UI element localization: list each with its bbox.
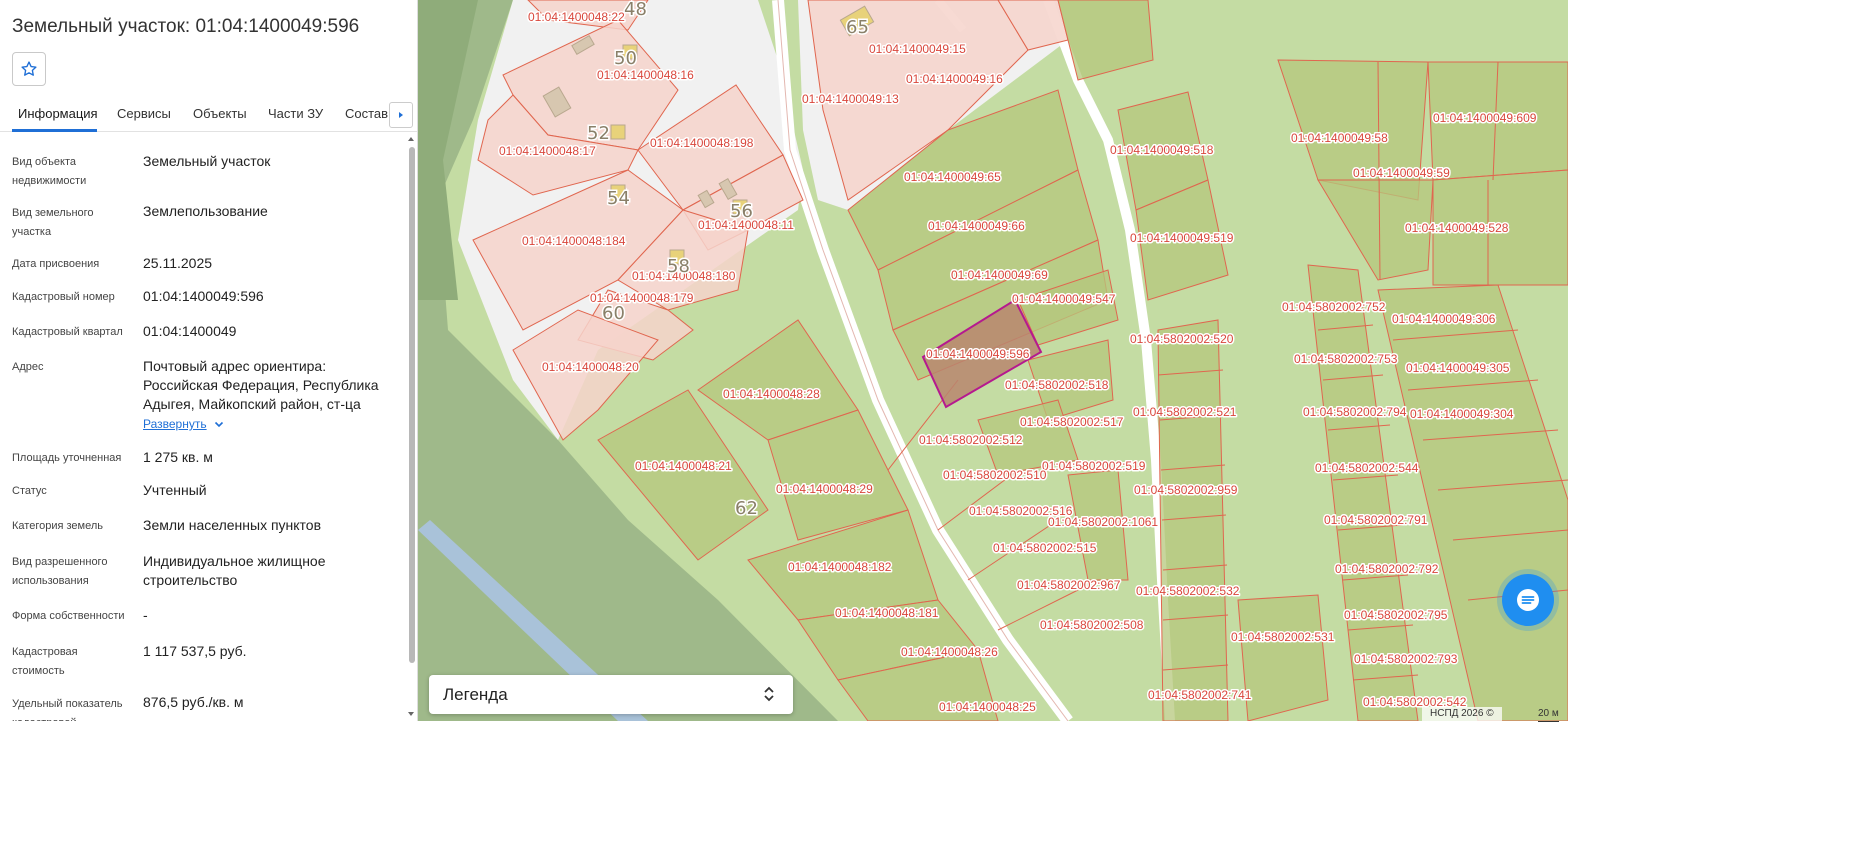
chat-icon bbox=[1517, 589, 1539, 611]
field-value-cadastral-quarter: 01:04:1400049 bbox=[143, 323, 237, 339]
field-value-object-type: Земельный участок bbox=[143, 153, 271, 169]
tab-parts[interactable]: Части ЗУ bbox=[268, 106, 323, 121]
field-label-object-type: Вид объекта недвижимости bbox=[12, 156, 87, 187]
field-label-address: Адрес bbox=[12, 361, 44, 373]
field-label-cadastral-number: Кадастровый номер bbox=[12, 291, 115, 303]
field-label-unit-value: Удельный показатель кадастровой bbox=[12, 698, 123, 721]
map-scale-bar: 20 м bbox=[1538, 707, 1559, 722]
tab-info[interactable]: Информация bbox=[18, 106, 98, 121]
scroll-up-arrow-icon[interactable] bbox=[406, 134, 416, 144]
field-value-unit-value: 876,5 руб./кв. м bbox=[143, 694, 244, 710]
field-value-permitted-use: Индивидуальное жилищное строительство bbox=[143, 553, 326, 588]
field-value-cadastral-number: 01:04:1400049:596 bbox=[143, 288, 264, 304]
field-label-land-category: Категория земель bbox=[12, 520, 103, 532]
legend-title: Легенда bbox=[443, 685, 508, 704]
parcel-5802002-column[interactable] bbox=[1157, 319, 1229, 721]
field-value-assign-date: 25.11.2025 bbox=[143, 255, 213, 271]
scrollbar-thumb[interactable] bbox=[409, 147, 415, 663]
star-outline-icon bbox=[21, 61, 37, 76]
field-value-address: Почтовый адрес ориентира: Российская Фед… bbox=[143, 358, 379, 412]
field-label-assign-date: Дата присвоения bbox=[12, 258, 100, 270]
map-copyright: НСПД 2026 © bbox=[1422, 707, 1502, 721]
field-label-area: Площадь уточненная bbox=[12, 452, 122, 464]
scroll-down-arrow-icon[interactable] bbox=[406, 709, 416, 719]
favorite-button[interactable] bbox=[12, 52, 46, 86]
chevron-up-down-icon bbox=[764, 686, 774, 702]
field-value-land-category: Земли населенных пунктов bbox=[143, 517, 322, 533]
cadastral-map[interactable] bbox=[418, 0, 1568, 721]
parcel-1400049-528[interactable] bbox=[1432, 169, 1568, 286]
tab-services[interactable]: Сервисы bbox=[117, 106, 171, 121]
active-tab-indicator bbox=[12, 129, 97, 132]
tabs-scroll-right-button[interactable] bbox=[389, 102, 413, 128]
map-canvas[interactable] bbox=[418, 0, 1568, 721]
field-label-cadastral-quarter: Кадастровый квартал bbox=[12, 326, 123, 338]
parcel-1400049-609[interactable] bbox=[1427, 61, 1568, 181]
page-title: Земельный участок: 01:04:1400049:596 bbox=[12, 16, 360, 37]
expand-address-link[interactable]: Развернуть bbox=[143, 417, 207, 431]
tab-composition[interactable]: Состав bbox=[345, 106, 388, 121]
legend-dropdown[interactable]: Легенда bbox=[429, 675, 793, 714]
field-label-cadastral-value: Кадастровая стоимость bbox=[12, 646, 78, 677]
field-value-area: 1 275 кв. м bbox=[143, 449, 213, 465]
field-label-parcel-type: Вид земельного участка bbox=[12, 207, 94, 238]
tab-objects[interactable]: Объекты bbox=[193, 106, 247, 121]
field-label-ownership: Форма собственности bbox=[12, 610, 125, 622]
field-label-permitted-use: Вид разрешенного использования bbox=[12, 556, 108, 587]
chevron-down-icon[interactable] bbox=[213, 418, 225, 430]
field-value-ownership: - bbox=[143, 607, 148, 623]
parcel-5802002-531[interactable] bbox=[1237, 594, 1329, 721]
field-value-parcel-type: Землепользование bbox=[143, 203, 268, 219]
info-panel: Земельный участок: 01:04:1400049:596 Инф… bbox=[0, 0, 418, 721]
field-value-cadastral-value: 1 117 537,5 руб. bbox=[143, 643, 247, 659]
caret-right-icon bbox=[399, 112, 403, 118]
tab-bar: Информация Сервисы Объекты Части ЗУ Сост… bbox=[0, 96, 417, 132]
field-label-status: Статус bbox=[12, 485, 47, 497]
chat-button[interactable] bbox=[1502, 574, 1554, 626]
field-value-status: Учтенный bbox=[143, 482, 207, 498]
